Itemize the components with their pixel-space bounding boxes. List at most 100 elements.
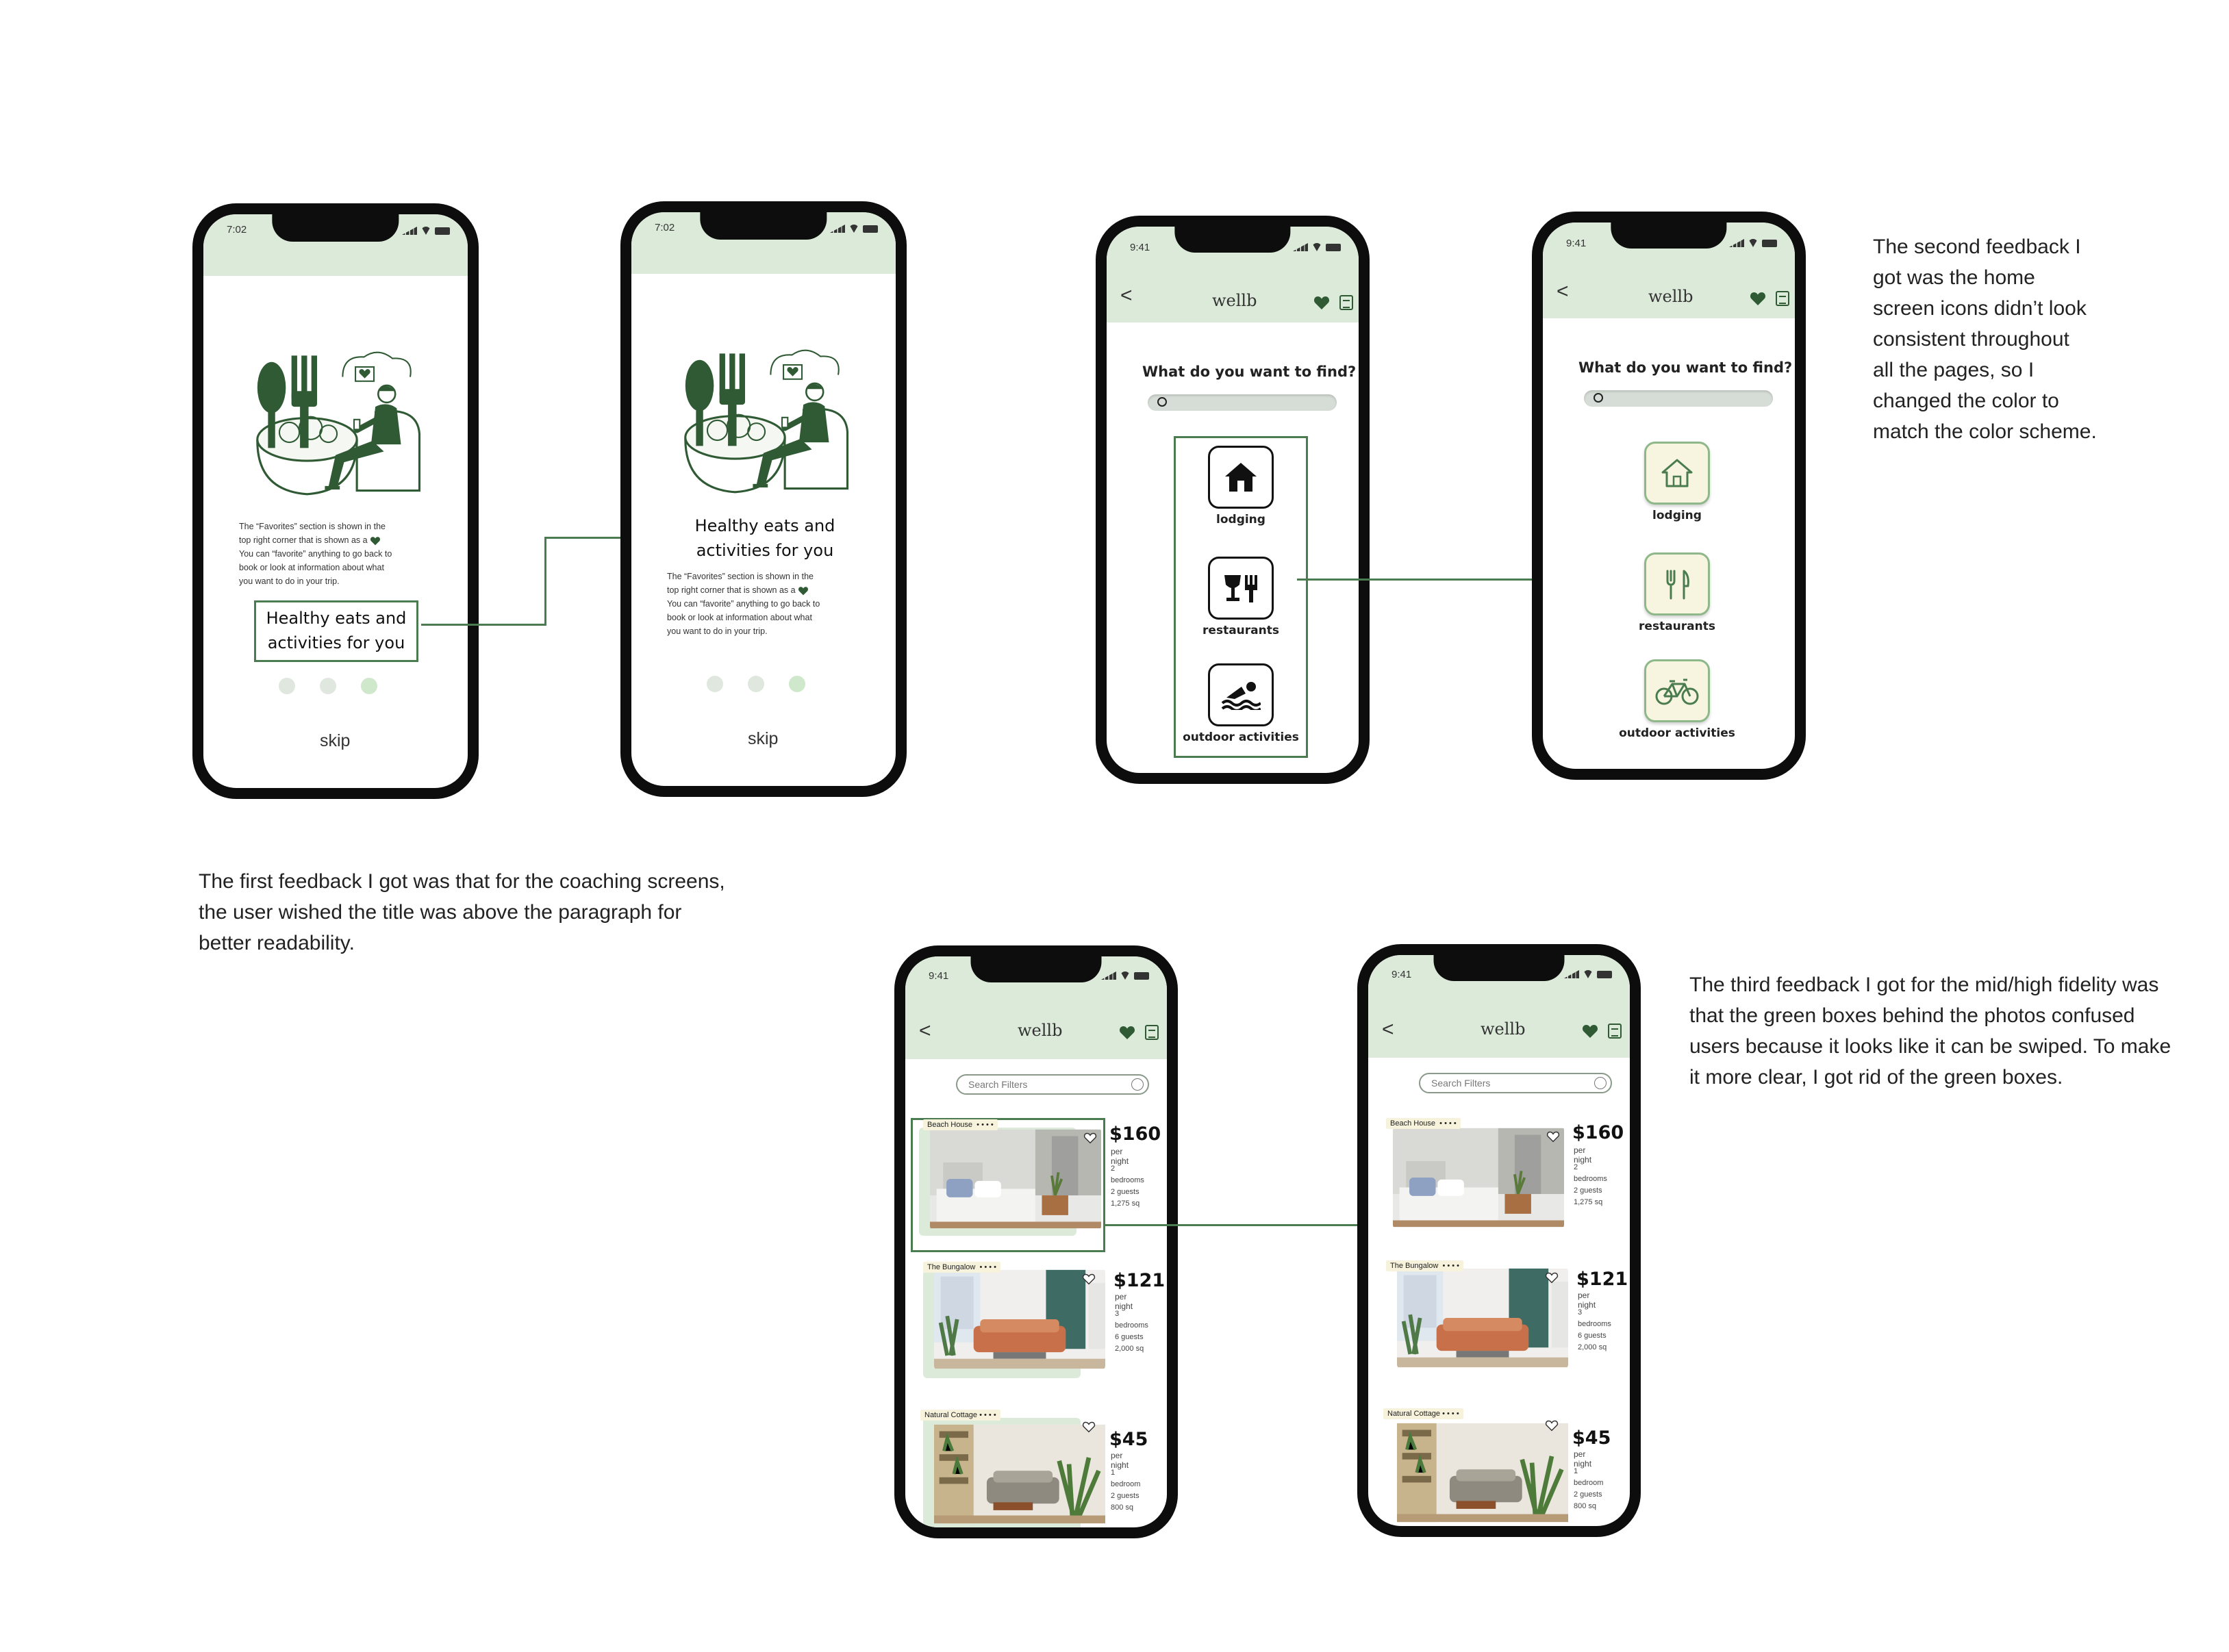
coaching-illustration xyxy=(678,346,849,496)
page-dot-active[interactable] xyxy=(361,678,377,694)
page-dot[interactable] xyxy=(707,676,723,692)
status-icons xyxy=(402,227,450,235)
listing-details: 2 bedrooms 2 guests 1,275 sq xyxy=(1574,1163,1607,1206)
heart-icon xyxy=(370,536,381,546)
wifi-icon xyxy=(421,227,431,235)
listing-name: Beach House • • • • xyxy=(923,1119,998,1130)
search-bar[interactable] xyxy=(1584,390,1773,407)
coaching-title: Healthy eats and activities for you xyxy=(694,516,835,560)
chevron-down-icon[interactable] xyxy=(1594,1077,1607,1089)
category-outdoor-activities[interactable]: outdoor activities xyxy=(1609,659,1746,740)
back-button[interactable]: < xyxy=(1120,284,1133,307)
listing-details: 2 bedrooms 2 guests 1,275 sq xyxy=(1111,1165,1144,1208)
category-restaurants[interactable]: restaurants xyxy=(1172,557,1309,637)
chevron-down-icon[interactable] xyxy=(1131,1078,1144,1091)
page-dots xyxy=(279,678,377,694)
house-outline-icon xyxy=(1661,459,1693,487)
phone-home-old: 9:41 < wellb What do you want to find? l… xyxy=(1096,216,1370,784)
coaching-paragraph: The “Favorites” section is shown in the … xyxy=(239,522,392,586)
favorite-heart-icon[interactable] xyxy=(1082,1421,1096,1433)
lodging-icon-box xyxy=(1644,442,1710,505)
favorite-heart-icon[interactable] xyxy=(1545,1419,1559,1432)
phone-coaching-new: 7:02 Healthy eats and activities for you… xyxy=(620,201,907,797)
listing-photo xyxy=(1397,1415,1568,1530)
favorites-heart-icon[interactable] xyxy=(1119,1025,1135,1040)
favorites-heart-icon[interactable] xyxy=(1313,295,1330,310)
page-dot[interactable] xyxy=(748,676,764,692)
battery-icon xyxy=(1326,244,1341,251)
listing-price: $45 xyxy=(1109,1429,1148,1450)
back-button[interactable]: < xyxy=(919,1019,931,1043)
listing-name: The Bungalow • • • • xyxy=(923,1262,1001,1273)
category-outdoor-activities[interactable]: outdoor activities xyxy=(1172,663,1309,744)
notch xyxy=(272,214,399,242)
listing-price: $121 xyxy=(1113,1270,1166,1291)
house-icon xyxy=(1225,463,1257,492)
signal-icon xyxy=(830,225,845,233)
search-icon xyxy=(1157,397,1167,407)
search-filters-input[interactable]: Search Filters xyxy=(1419,1073,1612,1093)
status-icons xyxy=(1729,239,1777,247)
favorite-heart-icon[interactable] xyxy=(1546,1130,1560,1143)
notes-icon[interactable] xyxy=(1339,295,1353,310)
status-icons xyxy=(830,225,878,233)
favorites-heart-icon[interactable] xyxy=(1750,291,1766,306)
status-time: 9:41 xyxy=(1130,242,1150,253)
notch xyxy=(1433,955,1565,981)
notes-icon[interactable] xyxy=(1608,1024,1622,1039)
listing-price: $160 xyxy=(1109,1123,1161,1145)
favorites-heart-icon[interactable] xyxy=(1582,1024,1598,1039)
signal-icon xyxy=(402,227,417,235)
phone-coaching-old: 7:02 The “Favorites” section is shown in… xyxy=(192,203,479,799)
search-bar[interactable] xyxy=(1148,394,1337,411)
connector-line xyxy=(544,537,546,626)
signal-icon xyxy=(1564,970,1579,978)
app-title: wellb xyxy=(1648,287,1693,306)
connector-line xyxy=(1105,1224,1357,1226)
favorite-heart-icon[interactable] xyxy=(1545,1271,1559,1284)
glass-fork-icon xyxy=(1224,575,1257,602)
phone-listings-new: 9:41 < wellb Search Filters Beach House … xyxy=(1357,944,1641,1537)
restaurants-icon-box xyxy=(1208,557,1274,620)
notch xyxy=(970,956,1102,982)
category-restaurants[interactable]: restaurants xyxy=(1609,552,1746,633)
favorite-heart-icon[interactable] xyxy=(1083,1132,1097,1144)
listing-details: 3 bedrooms 6 guests 2,000 sq xyxy=(1115,1310,1148,1353)
wifi-icon xyxy=(1583,970,1593,978)
page-dot[interactable] xyxy=(279,678,295,694)
lodging-icon-box xyxy=(1208,446,1274,509)
favorite-heart-icon[interactable] xyxy=(1082,1273,1096,1285)
search-filters-input[interactable]: Search Filters xyxy=(956,1074,1149,1095)
notes-icon[interactable] xyxy=(1145,1025,1159,1040)
back-button[interactable]: < xyxy=(1382,1018,1394,1041)
coaching-illustration xyxy=(250,348,421,498)
page-dots xyxy=(707,676,805,692)
listing-name: Natural Cottage • • • • xyxy=(920,1410,1000,1421)
back-button[interactable]: < xyxy=(1557,280,1569,303)
listing-photo xyxy=(934,1269,1105,1370)
listing-photo xyxy=(930,1128,1101,1230)
connector-line xyxy=(1297,579,1532,581)
notes-icon[interactable] xyxy=(1776,291,1789,306)
listing-name: The Bungalow • • • • xyxy=(1386,1260,1464,1271)
outdoor-icon-box xyxy=(1208,663,1274,726)
skip-button[interactable]: skip xyxy=(748,729,778,749)
page-dot-active[interactable] xyxy=(789,676,805,692)
listing-photo xyxy=(934,1416,1105,1532)
page-dot[interactable] xyxy=(320,678,336,694)
skip-button[interactable]: skip xyxy=(320,731,350,751)
coaching-paragraph: The “Favorites” section is shown in the … xyxy=(667,572,820,636)
category-lodging[interactable]: lodging xyxy=(1609,442,1746,522)
listing-photo xyxy=(1397,1267,1568,1369)
status-time: 7:02 xyxy=(227,224,247,236)
coaching-title: Healthy eats and activities for you xyxy=(266,609,407,652)
find-question: What do you want to find? xyxy=(1142,364,1357,380)
app-title: wellb xyxy=(1212,291,1257,310)
wifi-icon xyxy=(1312,243,1322,251)
status-icons xyxy=(1564,970,1612,978)
app-title: wellb xyxy=(1018,1021,1063,1040)
notch xyxy=(1174,227,1291,253)
status-time: 9:41 xyxy=(1391,969,1412,980)
category-lodging[interactable]: lodging xyxy=(1172,446,1309,526)
listing-details: 1 bedroom 2 guests 800 sq xyxy=(1574,1467,1604,1510)
